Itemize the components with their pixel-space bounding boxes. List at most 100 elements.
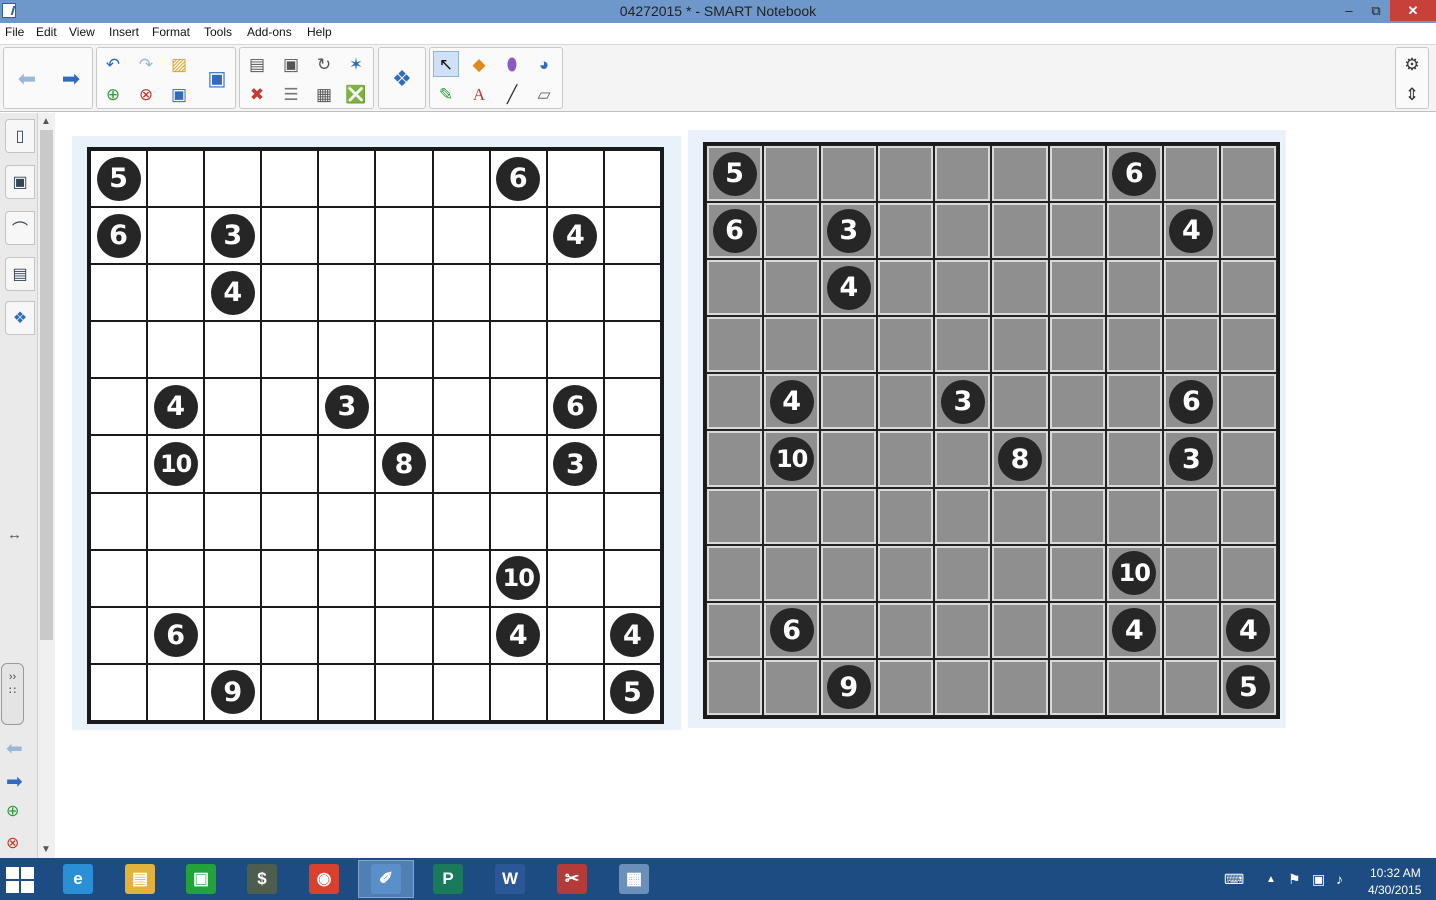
grid-cell[interactable]: [706, 430, 764, 488]
taskbar-app-money-app[interactable]: $: [234, 860, 290, 898]
start-button[interactable]: [6, 867, 36, 893]
grid-cell[interactable]: [546, 264, 604, 322]
grid-cell[interactable]: [1048, 430, 1106, 488]
grid-cell[interactable]: [1162, 259, 1220, 317]
restore-button[interactable]: ⧉: [1361, 0, 1391, 21]
grid-cell[interactable]: [318, 435, 376, 493]
grid-cell[interactable]: [877, 259, 935, 317]
taskbar-app-word[interactable]: W: [482, 860, 538, 898]
grid-cell[interactable]: [204, 606, 262, 664]
show-hidden-icons-icon[interactable]: ▲: [1266, 874, 1276, 885]
grid-cell[interactable]: [934, 544, 992, 602]
grid-cell[interactable]: [934, 316, 992, 374]
attachments-icon[interactable]: ⌒: [5, 211, 35, 245]
grid-cell[interactable]: [489, 663, 547, 721]
grid-cell[interactable]: [934, 487, 992, 545]
fill-icon[interactable]: ⬮: [499, 51, 525, 77]
vertical-scrollbar[interactable]: ▲ ▼: [38, 113, 55, 858]
grid-cell[interactable]: [489, 492, 547, 550]
grid-cell[interactable]: [820, 487, 878, 545]
taskbar-app-publisher[interactable]: P: [420, 860, 476, 898]
screen-capture-icon[interactable]: ▣: [278, 51, 304, 77]
grid-cell[interactable]: [820, 601, 878, 659]
properties-icon[interactable]: ▤: [5, 257, 35, 291]
grid-cell[interactable]: [991, 202, 1049, 260]
grid-cell[interactable]: [991, 259, 1049, 317]
grid-cell[interactable]: [877, 487, 935, 545]
taskbar-app-smart-notebook[interactable]: ✐: [358, 860, 414, 898]
grid-cell[interactable]: [877, 658, 935, 716]
grid-cell[interactable]: [375, 264, 433, 322]
grid-cell[interactable]: [90, 435, 148, 493]
grid-cell[interactable]: [318, 549, 376, 607]
grid-cell[interactable]: [204, 492, 262, 550]
clock-date[interactable]: 4/30/2015: [1368, 883, 1421, 897]
menu-insert[interactable]: Insert: [109, 25, 139, 39]
grid-cell[interactable]: [261, 321, 319, 379]
previous-page-icon[interactable]: ⬅: [6, 736, 23, 761]
scroll-up-icon[interactable]: ▲: [41, 116, 51, 127]
grid-cell[interactable]: [90, 264, 148, 322]
grid-cell[interactable]: [375, 150, 433, 208]
grid-cell[interactable]: [820, 544, 878, 602]
gallery-icon[interactable]: ▣: [5, 165, 35, 199]
grid-cell[interactable]: [204, 549, 262, 607]
menu-view[interactable]: View: [69, 25, 95, 39]
grid-cell[interactable]: 5: [706, 145, 764, 203]
grid-cell[interactable]: [1105, 658, 1163, 716]
next-page-icon[interactable]: ➡: [6, 769, 23, 794]
grid-cell[interactable]: [375, 378, 433, 436]
add-page-icon[interactable]: ⊕: [100, 81, 126, 107]
grid-cell[interactable]: [763, 316, 821, 374]
grid-cell[interactable]: [204, 378, 262, 436]
grid-cell[interactable]: 5: [603, 663, 661, 721]
grid-cell[interactable]: [147, 264, 205, 322]
grid-cell[interactable]: [763, 259, 821, 317]
grid-cell[interactable]: [432, 663, 490, 721]
grid-cell[interactable]: [546, 492, 604, 550]
grid-cell[interactable]: [261, 150, 319, 208]
grid-cell[interactable]: [261, 492, 319, 550]
grid-cell[interactable]: [877, 430, 935, 488]
menu-help[interactable]: Help: [307, 25, 332, 39]
grid-cell[interactable]: 6: [1105, 145, 1163, 203]
grid-cell[interactable]: [603, 150, 661, 208]
grid-cell[interactable]: 3: [1162, 430, 1220, 488]
grid-cell[interactable]: [1162, 316, 1220, 374]
grid-cell[interactable]: 4: [546, 207, 604, 265]
grid-cell[interactable]: [432, 207, 490, 265]
grid-cell[interactable]: [90, 549, 148, 607]
grid-cell[interactable]: [261, 435, 319, 493]
grid-cell[interactable]: [147, 150, 205, 208]
grid-cell[interactable]: [1162, 658, 1220, 716]
grid-cell[interactable]: [1219, 544, 1277, 602]
grid-cell[interactable]: [1105, 316, 1163, 374]
grid-cell[interactable]: [603, 435, 661, 493]
grid-cell[interactable]: 6: [1162, 373, 1220, 431]
grid-cell[interactable]: 6: [546, 378, 604, 436]
grid-cell[interactable]: [147, 207, 205, 265]
menu-file[interactable]: File: [5, 25, 24, 39]
grid-cell[interactable]: 6: [763, 601, 821, 659]
grid-cell[interactable]: [1219, 259, 1277, 317]
grid-cell[interactable]: [1105, 430, 1163, 488]
taskbar-app-snipping-tool[interactable]: ✂: [544, 860, 600, 898]
settings-icon[interactable]: ⚙: [1399, 51, 1425, 77]
grid-cell[interactable]: [1105, 487, 1163, 545]
grid-cell[interactable]: [991, 316, 1049, 374]
grid-cell[interactable]: [877, 202, 935, 260]
grid-cell[interactable]: [375, 663, 433, 721]
grid-cell[interactable]: [991, 487, 1049, 545]
grid-cell[interactable]: [820, 430, 878, 488]
grid-cell[interactable]: [261, 207, 319, 265]
page-sorter-icon[interactable]: ▯: [5, 119, 35, 153]
grid-cell[interactable]: [706, 544, 764, 602]
grid-cell[interactable]: [432, 321, 490, 379]
grid-cell[interactable]: [90, 321, 148, 379]
scrollbar-thumb[interactable]: [40, 130, 53, 640]
minimize-button[interactable]: –: [1334, 0, 1364, 21]
grid-cell[interactable]: [1048, 316, 1106, 374]
network-icon[interactable]: ▣: [1312, 871, 1325, 888]
pens-icon[interactable]: ✎: [433, 81, 459, 107]
grid-cell[interactable]: [603, 321, 661, 379]
